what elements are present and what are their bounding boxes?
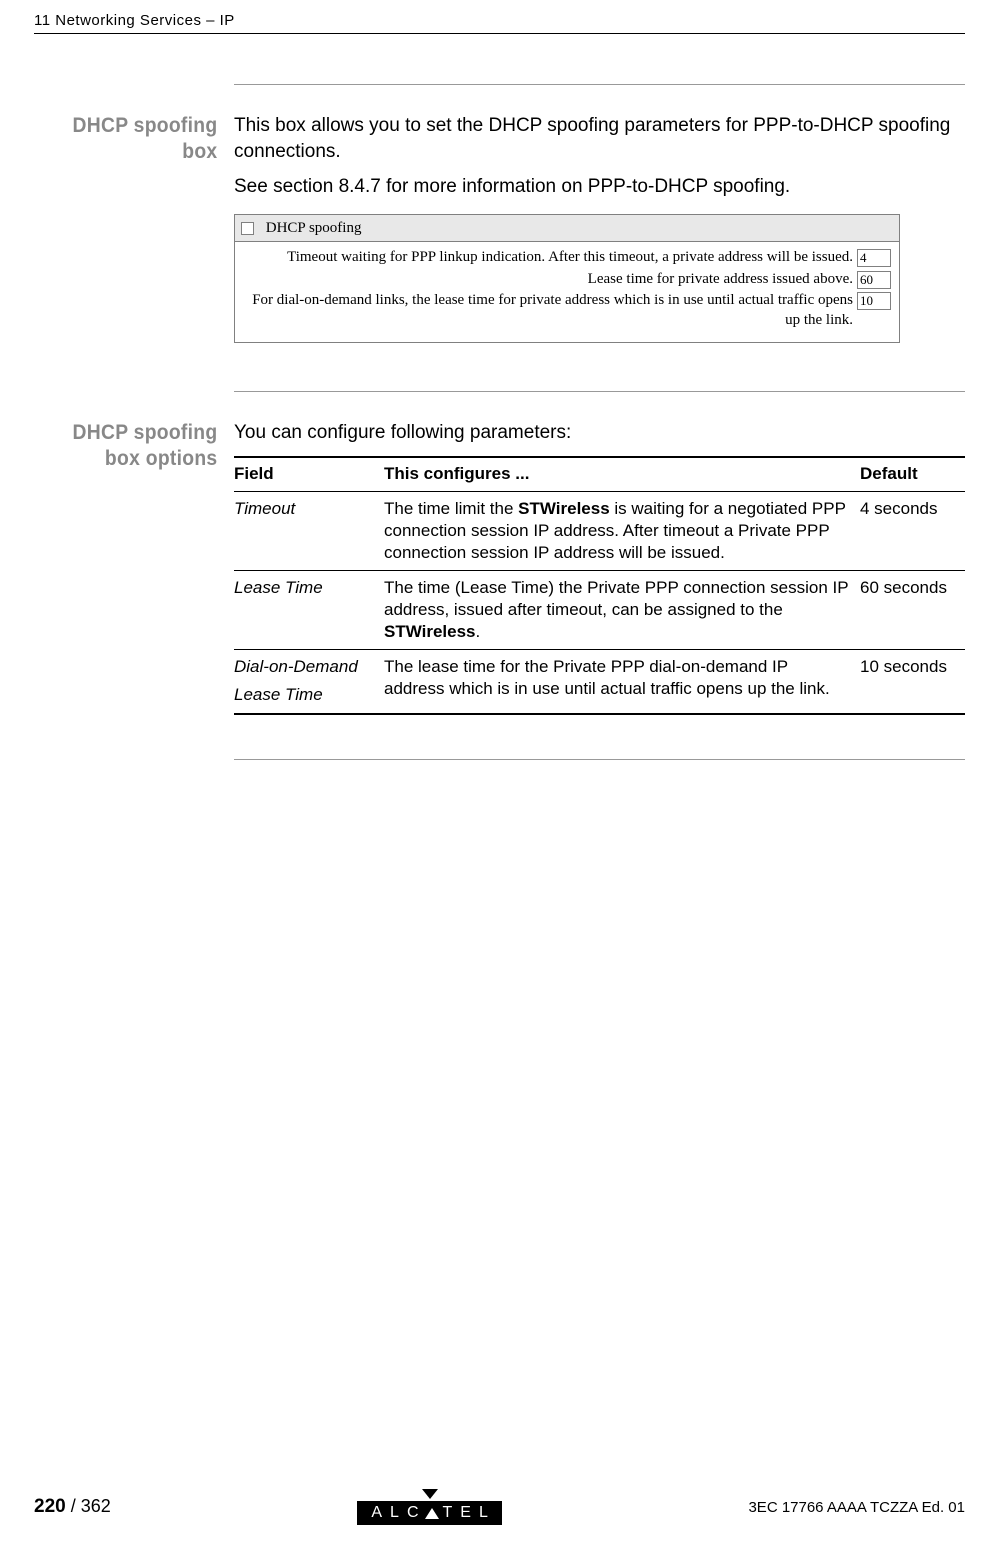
dod-lease-input[interactable]: [857, 292, 891, 310]
section-content: This box allows you to set the DHCP spoo…: [234, 113, 965, 357]
text: Lease Time: [234, 684, 374, 706]
lease-input[interactable]: [857, 271, 891, 289]
section-divider: [234, 391, 965, 392]
logo-bar: ALC TEL: [357, 1501, 501, 1525]
page-header: 11 Networking Services – IP: [0, 0, 999, 33]
cell-field: Lease Time: [234, 571, 384, 650]
cell-conf: The lease time for the Private PPP dial-…: [384, 650, 860, 714]
paragraph: See section 8.4.7 for more information o…: [234, 174, 965, 200]
side-heading: DHCP spoofing box: [50, 113, 234, 357]
text: The time limit the: [384, 499, 518, 518]
total-pages: / 362: [66, 1496, 111, 1516]
logo-text: ALC: [371, 1504, 426, 1522]
table-header-row: Field This configures ... Default: [234, 457, 965, 491]
table-row: Dial-on-Demand Lease Time The lease time…: [234, 650, 965, 714]
alcatel-logo: ALC TEL: [357, 1489, 501, 1525]
spoof-row: Timeout waiting for PPP linkup indicatio…: [243, 248, 891, 268]
text: The lease time for the Private PPP dial-…: [384, 657, 830, 698]
cell-default: 4 seconds: [860, 491, 965, 570]
triangle-up-icon: [425, 1508, 439, 1519]
bold-text: STWireless: [518, 499, 610, 518]
spoof-label: Timeout waiting for PPP linkup indicatio…: [243, 248, 857, 268]
section-divider: [234, 84, 965, 85]
dhcp-spoofing-figure: DHCP spoofing Timeout waiting for PPP li…: [234, 214, 900, 343]
paragraph: This box allows you to set the DHCP spoo…: [234, 113, 965, 164]
spoof-label: Lease time for private address issued ab…: [243, 270, 857, 290]
cell-conf: The time (Lease Time) the Private PPP co…: [384, 571, 860, 650]
cell-default: 60 seconds: [860, 571, 965, 650]
table-row: Timeout The time limit the STWireless is…: [234, 491, 965, 570]
text: Dial-on-Demand: [234, 656, 374, 678]
page-footer: 220 / 362 ALC TEL 3EC 17766 AAAA TCZZA Ed…: [34, 1489, 965, 1525]
header-rule: [34, 33, 965, 34]
section-divider: [234, 759, 965, 760]
spoof-row: For dial-on-demand links, the lease time…: [243, 291, 891, 330]
current-page: 220: [34, 1496, 66, 1517]
timeout-input[interactable]: [857, 249, 891, 267]
th-field: Field: [234, 457, 384, 491]
spoof-box-body: Timeout waiting for PPP linkup indicatio…: [235, 242, 899, 342]
bold-text: STWireless: [384, 622, 476, 641]
spoof-box-title: DHCP spoofing: [266, 220, 362, 236]
paragraph: You can configure following parameters:: [234, 420, 965, 446]
side-heading: DHCP spoofing box options: [50, 420, 234, 714]
cell-field: Dial-on-Demand Lease Time: [234, 650, 384, 714]
spoof-label: For dial-on-demand links, the lease time…: [243, 291, 857, 330]
cell-default: 10 seconds: [860, 650, 965, 714]
section-content: You can configure following parameters: …: [234, 420, 965, 714]
document-id: 3EC 17766 AAAA TCZZA Ed. 01: [748, 1499, 965, 1516]
cell-field: Timeout: [234, 491, 384, 570]
page-number: 220 / 362: [34, 1496, 111, 1518]
text: The time (Lease Time) the Private PPP co…: [384, 578, 848, 619]
table-row: Lease Time The time (Lease Time) the Pri…: [234, 571, 965, 650]
th-configures: This configures ...: [384, 457, 860, 491]
th-default: Default: [860, 457, 965, 491]
text: .: [476, 622, 481, 641]
options-table: Field This configures ... Default Timeou…: [234, 456, 965, 715]
section-dhcp-spoofing-options: DHCP spoofing box options You can config…: [34, 420, 965, 714]
spoof-box-header: DHCP spoofing: [235, 215, 899, 242]
section-dhcp-spoofing-box: DHCP spoofing box This box allows you to…: [34, 113, 965, 357]
logo-text: TEL: [443, 1504, 496, 1522]
triangle-down-icon: [422, 1489, 438, 1499]
cell-conf: The time limit the STWireless is waiting…: [384, 491, 860, 570]
spoof-row: Lease time for private address issued ab…: [243, 270, 891, 290]
checkbox-icon: [241, 222, 254, 235]
